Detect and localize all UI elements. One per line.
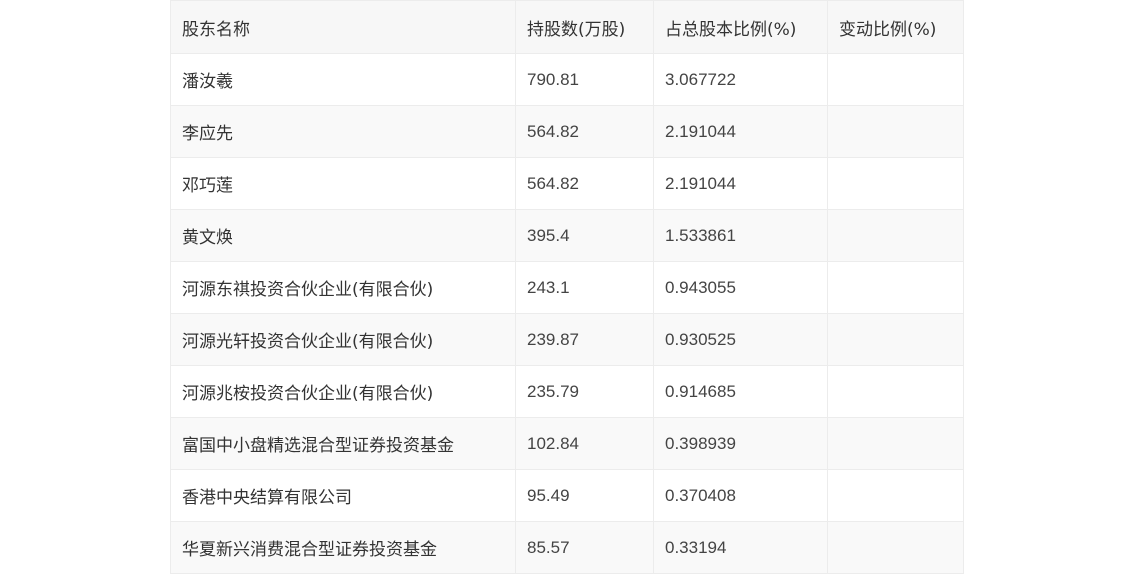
header-share-ratio: 占总股本比例(%) <box>653 0 828 54</box>
cell-change-ratio <box>827 53 964 106</box>
cell-shares-held: 790.81 <box>515 53 654 106</box>
cell-shareholder-name: 邓巧莲 <box>170 157 516 210</box>
cell-shares-held: 95.49 <box>515 469 654 522</box>
cell-shareholder-name: 黄文焕 <box>170 209 516 262</box>
cell-shareholder-name: 潘汝羲 <box>170 53 516 106</box>
header-row: 股东名称 持股数(万股) 占总股本比例(%) 变动比例(%) <box>170 0 964 54</box>
table-header: 股东名称 持股数(万股) 占总股本比例(%) 变动比例(%) <box>170 0 964 54</box>
table-row: 黄文焕 395.4 1.533861 <box>170 209 964 262</box>
cell-shares-held: 239.87 <box>515 313 654 366</box>
cell-shareholder-name: 华夏新兴消费混合型证券投资基金 <box>170 521 516 574</box>
cell-shareholder-name: 河源光轩投资合伙企业(有限合伙) <box>170 313 516 366</box>
table-row: 富国中小盘精选混合型证券投资基金 102.84 0.398939 <box>170 417 964 470</box>
table-row: 河源东祺投资合伙企业(有限合伙) 243.1 0.943055 <box>170 261 964 314</box>
cell-shareholder-name: 富国中小盘精选混合型证券投资基金 <box>170 417 516 470</box>
cell-share-ratio: 0.33194 <box>653 521 828 574</box>
cell-shareholder-name: 河源东祺投资合伙企业(有限合伙) <box>170 261 516 314</box>
cell-shares-held: 235.79 <box>515 365 654 418</box>
shareholder-table: 股东名称 持股数(万股) 占总股本比例(%) 变动比例(%) 潘汝羲 790.8… <box>170 0 964 574</box>
cell-share-ratio: 0.370408 <box>653 469 828 522</box>
cell-change-ratio <box>827 417 964 470</box>
cell-share-ratio: 0.914685 <box>653 365 828 418</box>
header-shareholder-name: 股东名称 <box>170 0 516 54</box>
header-change-ratio: 变动比例(%) <box>827 0 964 54</box>
cell-change-ratio <box>827 157 964 210</box>
cell-change-ratio <box>827 105 964 158</box>
shareholder-table-container: 股东名称 持股数(万股) 占总股本比例(%) 变动比例(%) 潘汝羲 790.8… <box>170 0 964 574</box>
table-row: 河源光轩投资合伙企业(有限合伙) 239.87 0.930525 <box>170 313 964 366</box>
cell-change-ratio <box>827 469 964 522</box>
table-row: 香港中央结算有限公司 95.49 0.370408 <box>170 469 964 522</box>
cell-share-ratio: 0.930525 <box>653 313 828 366</box>
cell-change-ratio <box>827 261 964 314</box>
cell-change-ratio <box>827 365 964 418</box>
cell-share-ratio: 2.191044 <box>653 157 828 210</box>
table-row: 李应先 564.82 2.191044 <box>170 105 964 158</box>
cell-change-ratio <box>827 313 964 366</box>
cell-share-ratio: 0.943055 <box>653 261 828 314</box>
cell-shareholder-name: 香港中央结算有限公司 <box>170 469 516 522</box>
cell-change-ratio <box>827 209 964 262</box>
cell-shares-held: 395.4 <box>515 209 654 262</box>
cell-shares-held: 102.84 <box>515 417 654 470</box>
cell-shares-held: 564.82 <box>515 157 654 210</box>
table-row: 邓巧莲 564.82 2.191044 <box>170 157 964 210</box>
cell-shareholder-name: 河源兆桉投资合伙企业(有限合伙) <box>170 365 516 418</box>
cell-shares-held: 85.57 <box>515 521 654 574</box>
cell-share-ratio: 0.398939 <box>653 417 828 470</box>
cell-share-ratio: 1.533861 <box>653 209 828 262</box>
header-shares-held: 持股数(万股) <box>515 0 654 54</box>
cell-shares-held: 243.1 <box>515 261 654 314</box>
table-row: 河源兆桉投资合伙企业(有限合伙) 235.79 0.914685 <box>170 365 964 418</box>
table-body: 潘汝羲 790.81 3.067722 李应先 564.82 2.191044 … <box>170 53 964 574</box>
cell-change-ratio <box>827 521 964 574</box>
cell-shares-held: 564.82 <box>515 105 654 158</box>
table-row: 潘汝羲 790.81 3.067722 <box>170 53 964 106</box>
cell-shareholder-name: 李应先 <box>170 105 516 158</box>
cell-share-ratio: 2.191044 <box>653 105 828 158</box>
table-row: 华夏新兴消费混合型证券投资基金 85.57 0.33194 <box>170 521 964 574</box>
cell-share-ratio: 3.067722 <box>653 53 828 106</box>
